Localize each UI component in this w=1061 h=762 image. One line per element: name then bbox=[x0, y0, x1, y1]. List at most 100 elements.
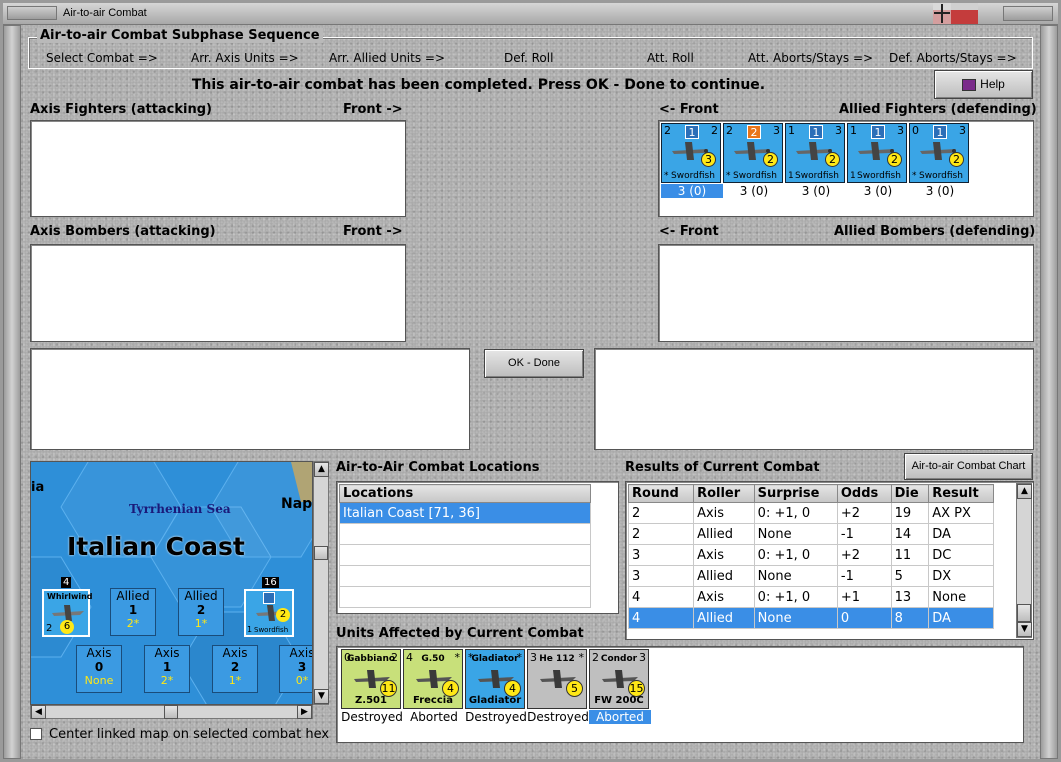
results-row[interactable]: 3 Allied None -1 5 DX bbox=[627, 565, 994, 587]
results-cell: DA bbox=[928, 607, 994, 629]
allied-fighter-caption: 3 (0) bbox=[661, 184, 723, 198]
results-row[interactable]: 2 Allied None -1 14 DA bbox=[627, 523, 994, 545]
results-cell: Axis bbox=[693, 502, 755, 524]
results-cell: 5 bbox=[890, 565, 930, 587]
location-row-empty bbox=[339, 565, 591, 587]
allied-box-1-num: 1 bbox=[128, 603, 138, 617]
results-header-cell[interactable]: Die bbox=[890, 484, 930, 503]
map-scroll-right-icon[interactable]: ▶ bbox=[297, 705, 312, 719]
affected-unit-counter[interactable]: 0 Gabbiano 2 11 Z.501 bbox=[341, 649, 401, 709]
results-cell: 2 bbox=[627, 502, 695, 524]
allied-fighter-counter[interactable]: 2 2 3 2 * Swordfish bbox=[723, 123, 783, 183]
counter-move: * bbox=[664, 171, 669, 181]
map-vscroll-thumb[interactable] bbox=[314, 546, 328, 560]
unit-name: G.50 bbox=[421, 654, 445, 664]
map-horizontal-scrollbar[interactable]: ◀ ▶ bbox=[30, 705, 313, 719]
window-grip[interactable] bbox=[7, 6, 57, 20]
map-scroll-up-icon[interactable]: ▲ bbox=[314, 462, 329, 477]
center-map-label: Center linked map on selected combat hex bbox=[49, 727, 330, 742]
counter-attack: 2 bbox=[726, 124, 733, 137]
unit-range: 5 bbox=[566, 680, 583, 697]
axis-box-2[interactable]: Axis 2 1* bbox=[212, 645, 258, 693]
allied-fighters-panel[interactable]: 2 1 2 3 * Swordfish 3 (0) 2 2 3 2 * Swordfish 3 (0) 1 1… bbox=[658, 120, 1034, 217]
locations-list[interactable]: Locations Italian Coast [71, 36] bbox=[336, 481, 619, 614]
axis-bombers-label: Axis Bombers (attacking) bbox=[30, 224, 216, 239]
axis-box-0[interactable]: Axis 0 None bbox=[76, 645, 122, 693]
allied-fighter-counter[interactable]: 1 1 3 2 1 Swordfish bbox=[847, 123, 907, 183]
results-cell: Allied bbox=[693, 607, 755, 629]
results-row[interactable]: 4 Axis 0: +1, 0 +1 13 None bbox=[627, 586, 994, 608]
unit-defense: 2 bbox=[391, 651, 398, 664]
allied-fighter-counter[interactable]: 0 1 3 2 * Swordfish bbox=[909, 123, 969, 183]
combat-chart-button[interactable]: Air-to-air Combat Chart bbox=[904, 453, 1033, 480]
right-stack-move: 1 bbox=[247, 625, 253, 634]
counter-move: * bbox=[726, 171, 731, 181]
counter-move: * bbox=[912, 171, 917, 181]
results-row[interactable]: 3 Axis 0: +1, 0 +2 11 DC bbox=[627, 544, 994, 566]
center-map-checkbox[interactable] bbox=[30, 728, 42, 740]
results-cell: DA bbox=[928, 523, 994, 545]
left-stack-range: 6 bbox=[60, 620, 74, 634]
help-button[interactable]: Help bbox=[934, 70, 1033, 99]
results-scroll-down-icon[interactable]: ▼ bbox=[1017, 622, 1032, 637]
map-hscroll-thumb[interactable] bbox=[164, 705, 178, 719]
results-row[interactable]: 4 Allied None 0 8 DA bbox=[627, 607, 994, 629]
allied-fighter-counter[interactable]: 2 1 2 3 * Swordfish bbox=[661, 123, 721, 183]
window-controls[interactable] bbox=[1003, 6, 1053, 21]
location-row[interactable]: Italian Coast [71, 36] bbox=[339, 502, 591, 524]
allied-bombers-panel[interactable] bbox=[658, 244, 1034, 342]
map-scroll-down-icon[interactable]: ▼ bbox=[314, 689, 329, 704]
left-stack-move: 2 bbox=[46, 623, 53, 634]
map-scroll-left-icon[interactable]: ◀ bbox=[31, 705, 46, 719]
counter-box: 1 bbox=[871, 125, 885, 139]
axis-box-1[interactable]: Axis 1 2* bbox=[144, 645, 190, 693]
step-arrange-axis: Arr. Axis Units => bbox=[191, 51, 299, 65]
axis-box-2-num: 2 bbox=[230, 660, 240, 674]
axis-box-3[interactable]: Axis 3 0* bbox=[279, 645, 313, 693]
results-header-cell[interactable]: Roller bbox=[693, 484, 755, 503]
allied-fighter-caption: 3 (0) bbox=[925, 184, 955, 198]
results-header-cell[interactable]: Round bbox=[627, 484, 695, 503]
locations-table: Locations Italian Coast [71, 36] bbox=[339, 484, 591, 608]
results-header-cell[interactable]: Surprise bbox=[753, 484, 838, 503]
affected-unit-status: Destroyed bbox=[341, 710, 403, 724]
units-affected-panel[interactable]: 0 Gabbiano 2 11 Z.501 Destroyed 4 G.50 * 4 Freccia… bbox=[336, 646, 1024, 743]
results-header-cell[interactable]: Result bbox=[928, 484, 994, 503]
axis-bombers-panel[interactable] bbox=[30, 244, 406, 342]
ok-done-button[interactable]: OK - Done bbox=[484, 349, 584, 378]
affected-unit-counter[interactable]: 3 He 112 * 5 bbox=[527, 649, 587, 709]
affected-unit-counter[interactable]: 4 G.50 * 4 Freccia bbox=[403, 649, 463, 709]
results-scrollbar[interactable]: ▲ ▼ bbox=[1016, 483, 1032, 638]
step-def-aborts: Def. Aborts/Stays => bbox=[889, 51, 1017, 65]
left-stack-counter[interactable]: Whirlwind 2 6 bbox=[42, 589, 93, 637]
locations-label: Air-to-Air Combat Locations bbox=[336, 460, 540, 475]
allied-box-2[interactable]: Allied 2 1* bbox=[178, 588, 224, 636]
left-stack-name: Whirlwind bbox=[47, 592, 93, 601]
counter-range: 2 bbox=[825, 152, 840, 167]
results-scroll-up-icon[interactable]: ▲ bbox=[1017, 484, 1032, 499]
affected-unit-counter[interactable]: * Gladiator * 4 Gladiator bbox=[465, 649, 525, 709]
map-vertical-scrollbar[interactable]: ▲ ▼ bbox=[313, 461, 329, 705]
results-cell: 3 bbox=[627, 565, 695, 587]
allied-box-1[interactable]: Allied 1 2* bbox=[110, 588, 156, 636]
allied-box-1-sub: 2* bbox=[126, 617, 140, 630]
allied-box-2-title: Allied bbox=[184, 589, 218, 603]
allied-fighter-counter[interactable]: 1 1 3 2 1 Swordfish bbox=[785, 123, 845, 183]
axis-box-3-title: Axis bbox=[289, 646, 313, 660]
title-bar[interactable]: Air-to-air Combat bbox=[3, 3, 1058, 25]
axis-fighters-panel[interactable] bbox=[30, 120, 406, 217]
affected-unit-status: Destroyed bbox=[527, 710, 589, 724]
results-row[interactable]: 2 Axis 0: +1, 0 +2 19 AX PX bbox=[627, 502, 994, 524]
results-cell: Axis bbox=[693, 544, 755, 566]
affected-unit-counter[interactable]: 2 Condor 3 15 FW 200C bbox=[589, 649, 649, 709]
results-cell: 0: +1, 0 bbox=[753, 502, 838, 524]
linked-map[interactable]: ia Napl Tyrrhenian Sea Italian Coast 4 W… bbox=[30, 461, 313, 705]
results-scroll-thumb[interactable] bbox=[1017, 604, 1031, 622]
right-stack-counter[interactable]: 2 1 Swordfish bbox=[244, 589, 294, 637]
counter-range: 2 bbox=[887, 152, 902, 167]
results-header-cell[interactable]: Odds bbox=[836, 484, 892, 503]
region-label: Italian Coast bbox=[67, 532, 245, 561]
counter-attack: 0 bbox=[912, 124, 919, 137]
units-affected-label: Units Affected by Current Combat bbox=[336, 626, 584, 641]
results-panel[interactable]: Round Roller Surprise Odds Die Result 2 Axis 0:… bbox=[625, 481, 1034, 640]
